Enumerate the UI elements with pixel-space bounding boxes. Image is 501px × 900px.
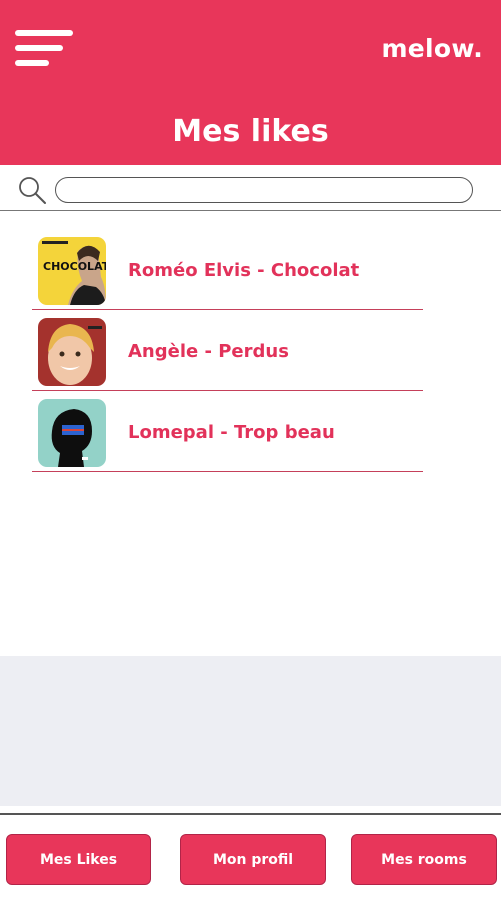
list-item[interactable]: CHOCOLAT Roméo Elvis - Chocolat bbox=[32, 229, 423, 310]
brand-logo: melow. bbox=[381, 34, 483, 63]
search-bar bbox=[0, 165, 501, 211]
album-cover-chocolat: CHOCOLAT bbox=[38, 237, 106, 305]
hamburger-menu-icon[interactable] bbox=[15, 28, 77, 70]
mes-rooms-button[interactable]: Mes rooms bbox=[351, 834, 497, 885]
list-item[interactable]: Angèle - Perdus bbox=[32, 310, 423, 391]
song-title: Angèle - Perdus bbox=[128, 341, 289, 362]
song-title: Roméo Elvis - Chocolat bbox=[128, 260, 360, 281]
content-placeholder bbox=[0, 656, 501, 806]
page-title: Mes likes bbox=[172, 114, 329, 149]
mes-likes-button[interactable]: Mes Likes bbox=[6, 834, 151, 885]
list-item[interactable]: Lomepal - Trop beau bbox=[32, 391, 423, 472]
album-cover-perdus bbox=[38, 318, 106, 386]
cover-text-chocolat: CHOCOLAT bbox=[43, 260, 106, 273]
search-icon[interactable] bbox=[17, 175, 47, 205]
divider bbox=[0, 813, 501, 815]
mon-profil-button[interactable]: Mon profil bbox=[180, 834, 326, 885]
search-input[interactable] bbox=[55, 177, 473, 203]
app-header: melow. Mes likes bbox=[0, 0, 501, 165]
song-title: Lomepal - Trop beau bbox=[128, 422, 335, 443]
album-cover-trop-beau bbox=[38, 399, 106, 467]
likes-list: CHOCOLAT Roméo Elvis - Chocolat Angèle -… bbox=[32, 229, 423, 472]
